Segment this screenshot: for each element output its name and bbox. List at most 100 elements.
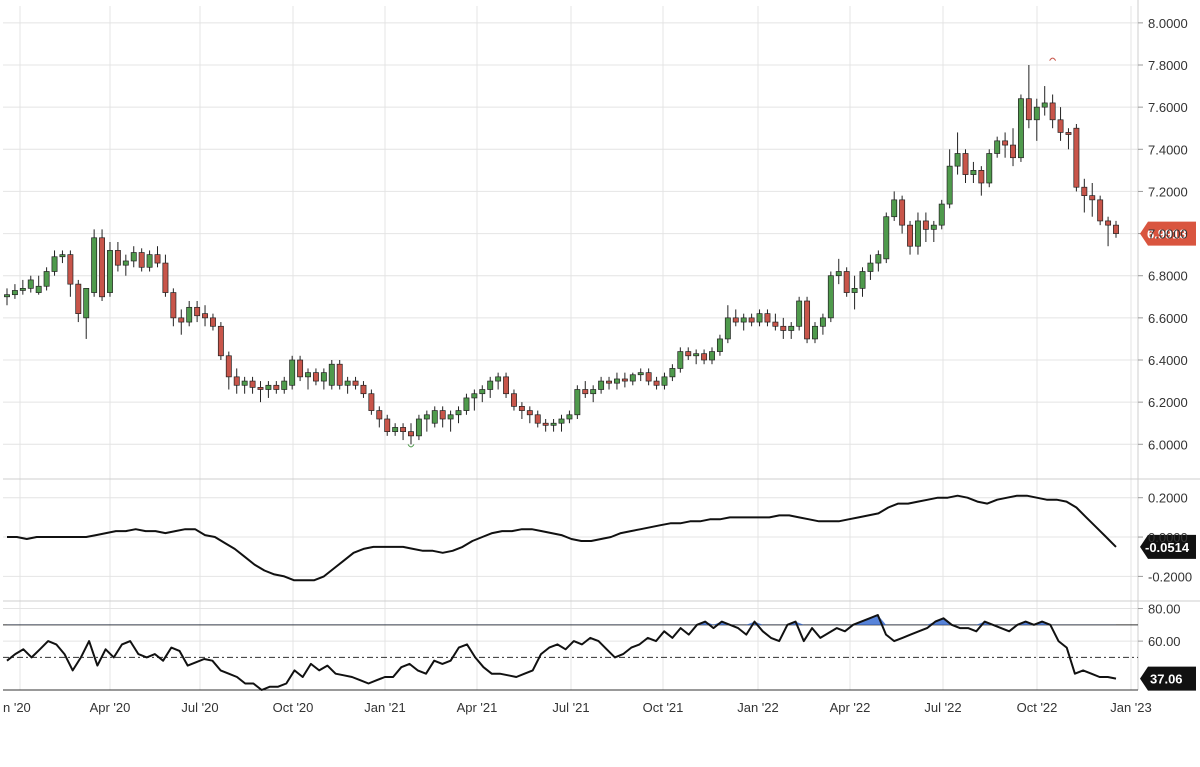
candle-body — [812, 325, 818, 340]
candle-body — [289, 359, 296, 386]
candle-body — [1097, 199, 1104, 222]
candle-body — [875, 254, 882, 264]
candle-body — [59, 254, 66, 258]
candle-body — [764, 313, 771, 323]
candle-body — [550, 422, 557, 426]
candle-body — [91, 237, 98, 293]
candle-body — [447, 414, 454, 420]
candle-body — [693, 353, 700, 357]
candle-body — [899, 199, 906, 226]
candle-body — [130, 252, 137, 262]
candle-body — [526, 410, 533, 416]
candle-body — [495, 376, 502, 382]
candle-body — [431, 410, 438, 424]
candle-body — [1113, 224, 1119, 234]
candle-body — [716, 338, 723, 352]
candle-body — [265, 384, 272, 390]
candle-body — [368, 393, 375, 411]
candle-body — [661, 376, 668, 386]
x-tick-label: Jan '23 — [1110, 700, 1152, 715]
candle — [336, 360, 343, 390]
candle-body — [336, 363, 343, 386]
candle-body — [574, 389, 581, 416]
candle-body — [740, 317, 747, 323]
candle-body — [566, 414, 573, 420]
candle-body — [320, 372, 327, 382]
candle-body — [645, 372, 652, 382]
candle-body — [827, 275, 834, 319]
candle-body — [297, 359, 304, 378]
candle-body — [107, 250, 113, 293]
x-tick-label: Apr '20 — [90, 700, 131, 715]
candle — [827, 271, 834, 323]
candle — [1073, 124, 1080, 192]
candle-body — [819, 317, 826, 327]
candle-body — [479, 389, 486, 395]
candle-body — [463, 397, 470, 411]
candle-body — [1057, 119, 1064, 133]
candle-body — [400, 427, 407, 432]
candle-body — [915, 220, 921, 247]
candle-body — [1025, 98, 1032, 121]
x-tick-label: Oct '22 — [1017, 700, 1058, 715]
price-tick-label: 6.6000 — [1148, 311, 1188, 326]
candle — [99, 229, 106, 301]
candle-body — [210, 317, 216, 327]
candle-body — [930, 224, 937, 230]
candle-body — [669, 368, 676, 378]
candle-body — [376, 410, 383, 420]
candle-body — [423, 414, 430, 420]
candle-body — [27, 279, 34, 289]
candle-body — [709, 351, 715, 361]
candle — [843, 267, 850, 297]
price-tick-label: 6.4000 — [1148, 353, 1188, 368]
candle-body — [217, 325, 224, 357]
candle-body — [907, 224, 913, 247]
candle-body — [503, 376, 510, 395]
candle-body — [748, 317, 755, 323]
rsi-tick-label: 60.00 — [1148, 634, 1181, 649]
candle-body — [305, 372, 311, 378]
candle-body — [724, 317, 731, 340]
candle-body — [970, 170, 977, 175]
candle-body — [922, 220, 929, 230]
candle-body — [360, 384, 367, 395]
candle-body — [1002, 140, 1009, 146]
candle-body — [867, 262, 874, 272]
candle-body — [756, 313, 763, 323]
price-tick-label: 7.4000 — [1148, 142, 1188, 157]
candle-body — [146, 254, 153, 268]
candle-body — [582, 389, 589, 395]
chart-container: 6.9913 -0.0514 37.06 n '20 Apr '20 Jul '20… — [0, 0, 1200, 762]
candle — [574, 385, 581, 419]
candle-body — [685, 351, 692, 357]
candle — [328, 360, 335, 390]
candle-body — [241, 380, 248, 386]
candle-body — [225, 355, 232, 378]
candle-body — [408, 431, 414, 437]
candle-body — [233, 376, 240, 386]
candle-body — [1089, 195, 1096, 201]
candle-body — [154, 254, 161, 264]
price-tick-label: 7.8000 — [1148, 58, 1188, 73]
candle-body — [194, 306, 201, 317]
candle-body — [162, 262, 169, 293]
candle-body — [590, 389, 597, 395]
x-tick-label: Jul '20 — [181, 700, 218, 715]
candle-body — [1073, 127, 1080, 188]
candle-body — [471, 393, 478, 399]
candle-body — [178, 317, 185, 323]
candle-body — [542, 422, 549, 426]
candle-body — [281, 380, 288, 390]
candle-body — [99, 237, 106, 298]
candle-body — [994, 140, 1001, 154]
x-tick-label: Oct '20 — [273, 700, 314, 715]
candle-body — [851, 288, 858, 293]
price-tick-label: 6.2000 — [1148, 395, 1188, 410]
candle-body — [1033, 106, 1040, 121]
candle — [107, 242, 113, 297]
oscillator-tick-label: 0.0000 — [1148, 530, 1188, 545]
candle — [1017, 94, 1024, 162]
price-tick-label: 7.0000 — [1148, 227, 1188, 242]
price-tick-label: 6.8000 — [1148, 269, 1188, 284]
